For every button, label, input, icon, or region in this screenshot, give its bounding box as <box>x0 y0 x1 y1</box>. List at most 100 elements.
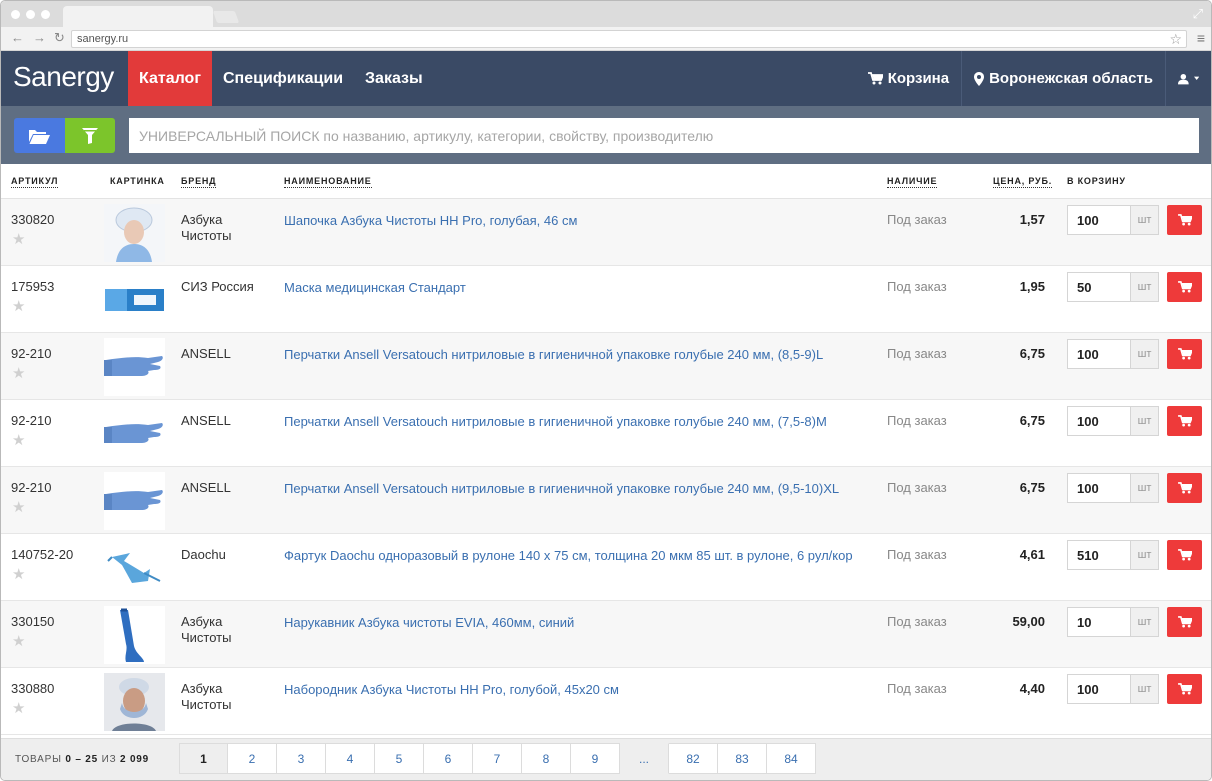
row-unit: шт <box>1130 607 1159 637</box>
favorite-star-icon[interactable]: ★ <box>12 297 25 315</box>
mask-box-photo[interactable] <box>104 271 165 329</box>
user-icon <box>1178 73 1189 84</box>
hood-photo[interactable] <box>104 673 165 731</box>
cart-icon <box>1177 616 1192 628</box>
favorite-star-icon[interactable]: ★ <box>12 632 25 650</box>
row-quantity-input[interactable] <box>1067 406 1131 436</box>
row-quantity-input[interactable] <box>1067 339 1131 369</box>
page-button[interactable]: 7 <box>473 743 522 774</box>
add-to-cart-button[interactable] <box>1167 473 1202 503</box>
favorite-star-icon[interactable]: ★ <box>12 230 25 248</box>
cart-icon <box>1177 549 1192 561</box>
add-to-cart-button[interactable] <box>1167 339 1202 369</box>
row-product-link[interactable]: Маска медицинская Стандарт <box>284 279 864 296</box>
row-product-link[interactable]: Перчатки Ansell Versatouch нитриловые в … <box>284 413 864 430</box>
add-to-cart-button[interactable] <box>1167 540 1202 570</box>
row-price: 1,57 <box>1019 212 1045 227</box>
page-button[interactable]: 1 <box>179 743 228 774</box>
site-logo[interactable]: Sanergy <box>1 51 128 106</box>
region-label: Воронежская область <box>989 70 1153 87</box>
row-product-link[interactable]: Шапочка Азбука Чистоты HH Pro, голубая, … <box>284 212 864 229</box>
row-unit: шт <box>1130 473 1159 503</box>
cart-link[interactable]: Корзина <box>856 51 961 106</box>
apron-photo[interactable] <box>104 539 165 597</box>
address-bar[interactable]: sanergy.ru ☆ <box>71 30 1187 48</box>
sleeve-photo[interactable] <box>104 606 165 664</box>
page-button[interactable]: 4 <box>326 743 375 774</box>
catalog-folder-button[interactable] <box>14 118 65 153</box>
glove-photo[interactable] <box>104 472 165 530</box>
close-window-dot[interactable] <box>11 10 20 19</box>
row-product-link[interactable]: Набородник Азбука Чистоты HH Pro, голубо… <box>284 681 864 698</box>
back-arrow-icon[interactable]: ← <box>11 30 24 46</box>
page-button[interactable]: 8 <box>522 743 571 774</box>
page-button[interactable]: 83 <box>718 743 767 774</box>
chevron-down-icon <box>1193 76 1199 81</box>
favorite-star-icon[interactable]: ★ <box>12 699 25 717</box>
cap-photo[interactable] <box>104 204 165 262</box>
favorite-star-icon[interactable]: ★ <box>12 565 25 583</box>
add-to-cart-button[interactable] <box>1167 406 1202 436</box>
row-availability: Под заказ <box>887 413 947 428</box>
row-quantity-input[interactable] <box>1067 607 1131 637</box>
add-to-cart-button[interactable] <box>1167 272 1202 302</box>
table-row: 92-210 ★ ANSELL Перчатки Ansell Versatou… <box>1 333 1211 400</box>
nav-specifications[interactable]: Спецификации <box>212 51 354 106</box>
row-availability: Под заказ <box>887 279 947 294</box>
nav-orders[interactable]: Заказы <box>354 51 434 106</box>
browser-menu-icon[interactable]: ≡ <box>1197 30 1205 46</box>
row-product-link[interactable]: Перчатки Ansell Versatouch нитриловые в … <box>284 480 864 497</box>
favorite-star-icon[interactable]: ★ <box>12 498 25 516</box>
page-button[interactable]: 3 <box>277 743 326 774</box>
bookmark-star-icon[interactable]: ☆ <box>1169 31 1182 47</box>
row-product-link[interactable]: Нарукавник Азбука чистоты EVIA, 460мм, с… <box>284 614 864 631</box>
row-product-link[interactable]: Фартук Daochu одноразовый в рулоне 140 х… <box>284 547 864 564</box>
row-sku: 140752-20 <box>11 547 74 562</box>
user-menu[interactable] <box>1165 51 1211 106</box>
column-price[interactable]: ЦЕНА, РУБ. <box>993 176 1053 188</box>
row-quantity-input[interactable] <box>1067 473 1131 503</box>
product-table: 330820 ★ Азбука Чистоты Шапочка Азбука Ч… <box>1 199 1211 735</box>
row-quantity-input[interactable] <box>1067 674 1131 704</box>
row-brand: ANSELL <box>181 480 231 495</box>
favorite-star-icon[interactable]: ★ <box>12 431 25 449</box>
page-button[interactable]: 82 <box>669 743 718 774</box>
row-sku: 330820 <box>11 212 55 227</box>
new-tab-button[interactable] <box>212 11 240 23</box>
row-quantity-input[interactable] <box>1067 205 1131 235</box>
add-to-cart-button[interactable] <box>1167 205 1202 235</box>
glove-photo[interactable] <box>104 405 165 463</box>
page-button[interactable]: 6 <box>424 743 473 774</box>
column-name[interactable]: НАИМЕНОВАНИЕ <box>284 176 372 188</box>
page-button[interactable]: 9 <box>571 743 620 774</box>
column-availability[interactable]: НАЛИЧИЕ <box>887 176 938 188</box>
add-to-cart-button[interactable] <box>1167 607 1202 637</box>
add-to-cart-button[interactable] <box>1167 674 1202 704</box>
universal-search-input[interactable] <box>129 118 1199 153</box>
row-price: 4,40 <box>1019 681 1045 696</box>
forward-arrow-icon[interactable]: → <box>33 30 46 46</box>
row-quantity-input[interactable] <box>1067 540 1131 570</box>
window-controls <box>11 10 50 19</box>
maximize-window-dot[interactable] <box>41 10 50 19</box>
filter-button[interactable] <box>65 118 115 153</box>
browser-tab[interactable] <box>63 6 213 27</box>
nav-catalog[interactable]: Каталог <box>128 51 212 106</box>
table-row: 330820 ★ Азбука Чистоты Шапочка Азбука Ч… <box>1 199 1211 266</box>
filter-icon <box>82 127 98 144</box>
row-quantity-input[interactable] <box>1067 272 1131 302</box>
fullscreen-icon[interactable]: ⤢ <box>1193 6 1203 22</box>
page-button[interactable]: 2 <box>228 743 277 774</box>
column-sku[interactable]: АРТИКУЛ <box>11 176 59 188</box>
page-button[interactable]: 5 <box>375 743 424 774</box>
region-selector[interactable]: Воронежская область <box>961 51 1165 106</box>
column-brand[interactable]: БРЕНД <box>181 176 217 188</box>
minimize-window-dot[interactable] <box>26 10 35 19</box>
cart-icon <box>1177 281 1192 293</box>
reload-icon[interactable]: ↻ <box>54 30 65 46</box>
row-product-link[interactable]: Перчатки Ansell Versatouch нитриловые в … <box>284 346 864 363</box>
cart-label: Корзина <box>887 70 950 87</box>
favorite-star-icon[interactable]: ★ <box>12 364 25 382</box>
glove-photo[interactable] <box>104 338 165 396</box>
page-button[interactable]: 84 <box>767 743 816 774</box>
